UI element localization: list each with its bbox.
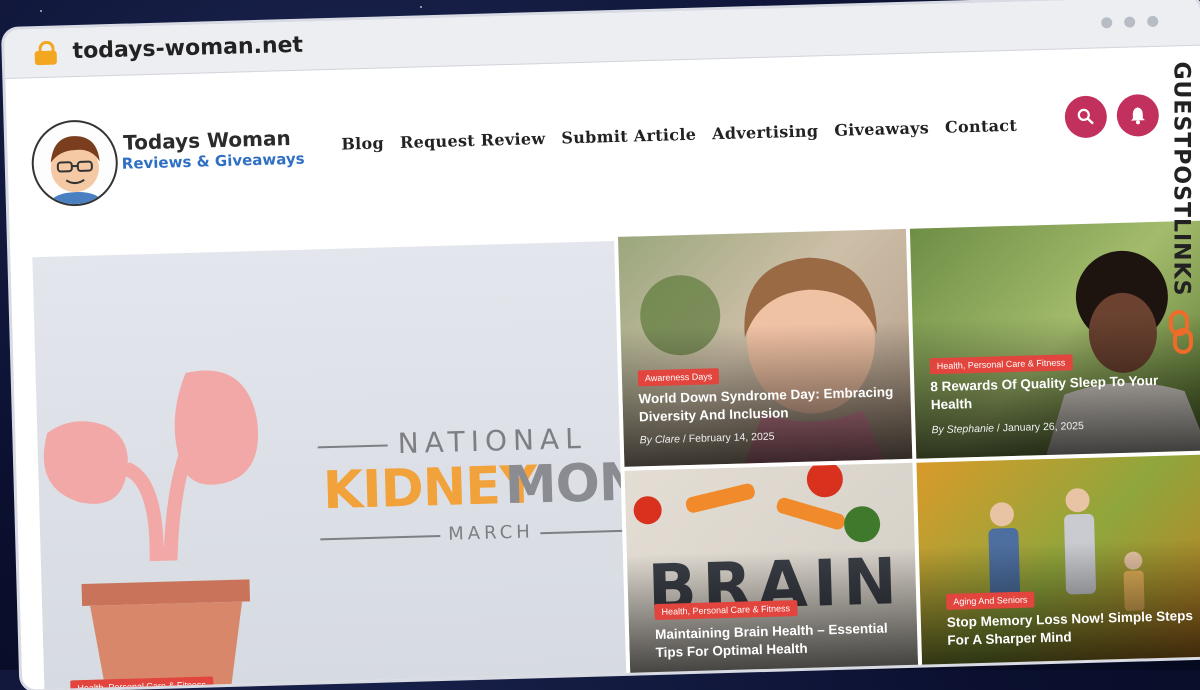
nav-item-request-review[interactable]: Request Review [400,129,546,152]
window-dot-icon[interactable] [1101,17,1112,28]
post-title[interactable]: Stop Memory Loss Now! Simple Steps For A… [947,607,1198,650]
watermark-text: GUESTPOSTLINKS [1169,62,1194,316]
meta-separator: / [683,433,686,445]
browser-window: todays-woman.net Todays Woman Reviews & … [4,0,1200,690]
category-tag[interactable]: Aging And Seniors [946,591,1034,609]
hero-image-text: MARCH [448,521,534,544]
meta-by-label: By [931,424,944,436]
logo-avatar[interactable] [31,119,119,207]
window-controls [1101,16,1158,29]
nav-item-giveaways[interactable]: Giveaways [834,118,929,140]
notification-button[interactable] [1116,94,1159,137]
nav-item-blog[interactable]: Blog [341,133,384,153]
post-date: February 14, 2025 [689,431,775,445]
search-button[interactable] [1064,95,1107,138]
post-card[interactable]: Aging And Seniors Stop Memory Loss Now! … [916,455,1200,673]
category-tag[interactable]: Awareness Days [638,368,720,386]
window-dot-icon[interactable] [1147,16,1158,27]
hero-post[interactable]: NATIONAL KIDNEY MONT MARCH Health, Perso… [32,241,626,690]
watermark-guestpostlinks: GUESTPOSTLINKS [1164,58,1198,348]
post-card[interactable]: Health, Personal Care & Fitness 8 Reward… [910,221,1200,459]
meta-by-label: By [640,434,653,446]
url-text[interactable]: todays-woman.net [72,33,303,64]
bell-icon [1130,106,1146,124]
post-title[interactable]: Maintaining Brain Health – Essential Tip… [655,619,906,662]
post-title[interactable]: World Down Syndrome Day: Embracing Diver… [638,383,897,426]
post-card[interactable]: Awareness Days World Down Syndrome Day: … [618,229,912,467]
nav-item-contact[interactable]: Contact [945,116,1018,137]
main-navigation: Blog Request Review Submit Article Adver… [341,116,1017,154]
meta-separator: / [997,422,1000,434]
link-icon [1168,310,1194,354]
lock-icon [34,41,57,66]
site-logo-subtitle[interactable]: Reviews & Giveaways [122,150,305,173]
post-author[interactable]: Clare [655,433,680,446]
window-dot-icon[interactable] [1124,16,1135,27]
hero-image-text: MONT [504,451,626,516]
post-title[interactable]: 8 Rewards Of Quality Sleep To Your Healt… [930,371,1181,414]
nav-item-submit-article[interactable]: Submit Article [561,125,696,148]
post-card[interactable]: BRAIN Health, Personal Care & Fitness Ma… [625,463,919,681]
post-date: January 26, 2025 [1003,420,1084,434]
search-icon [1077,108,1095,126]
nav-item-advertising[interactable]: Advertising [712,121,819,143]
post-author[interactable]: Stephanie [947,423,995,436]
